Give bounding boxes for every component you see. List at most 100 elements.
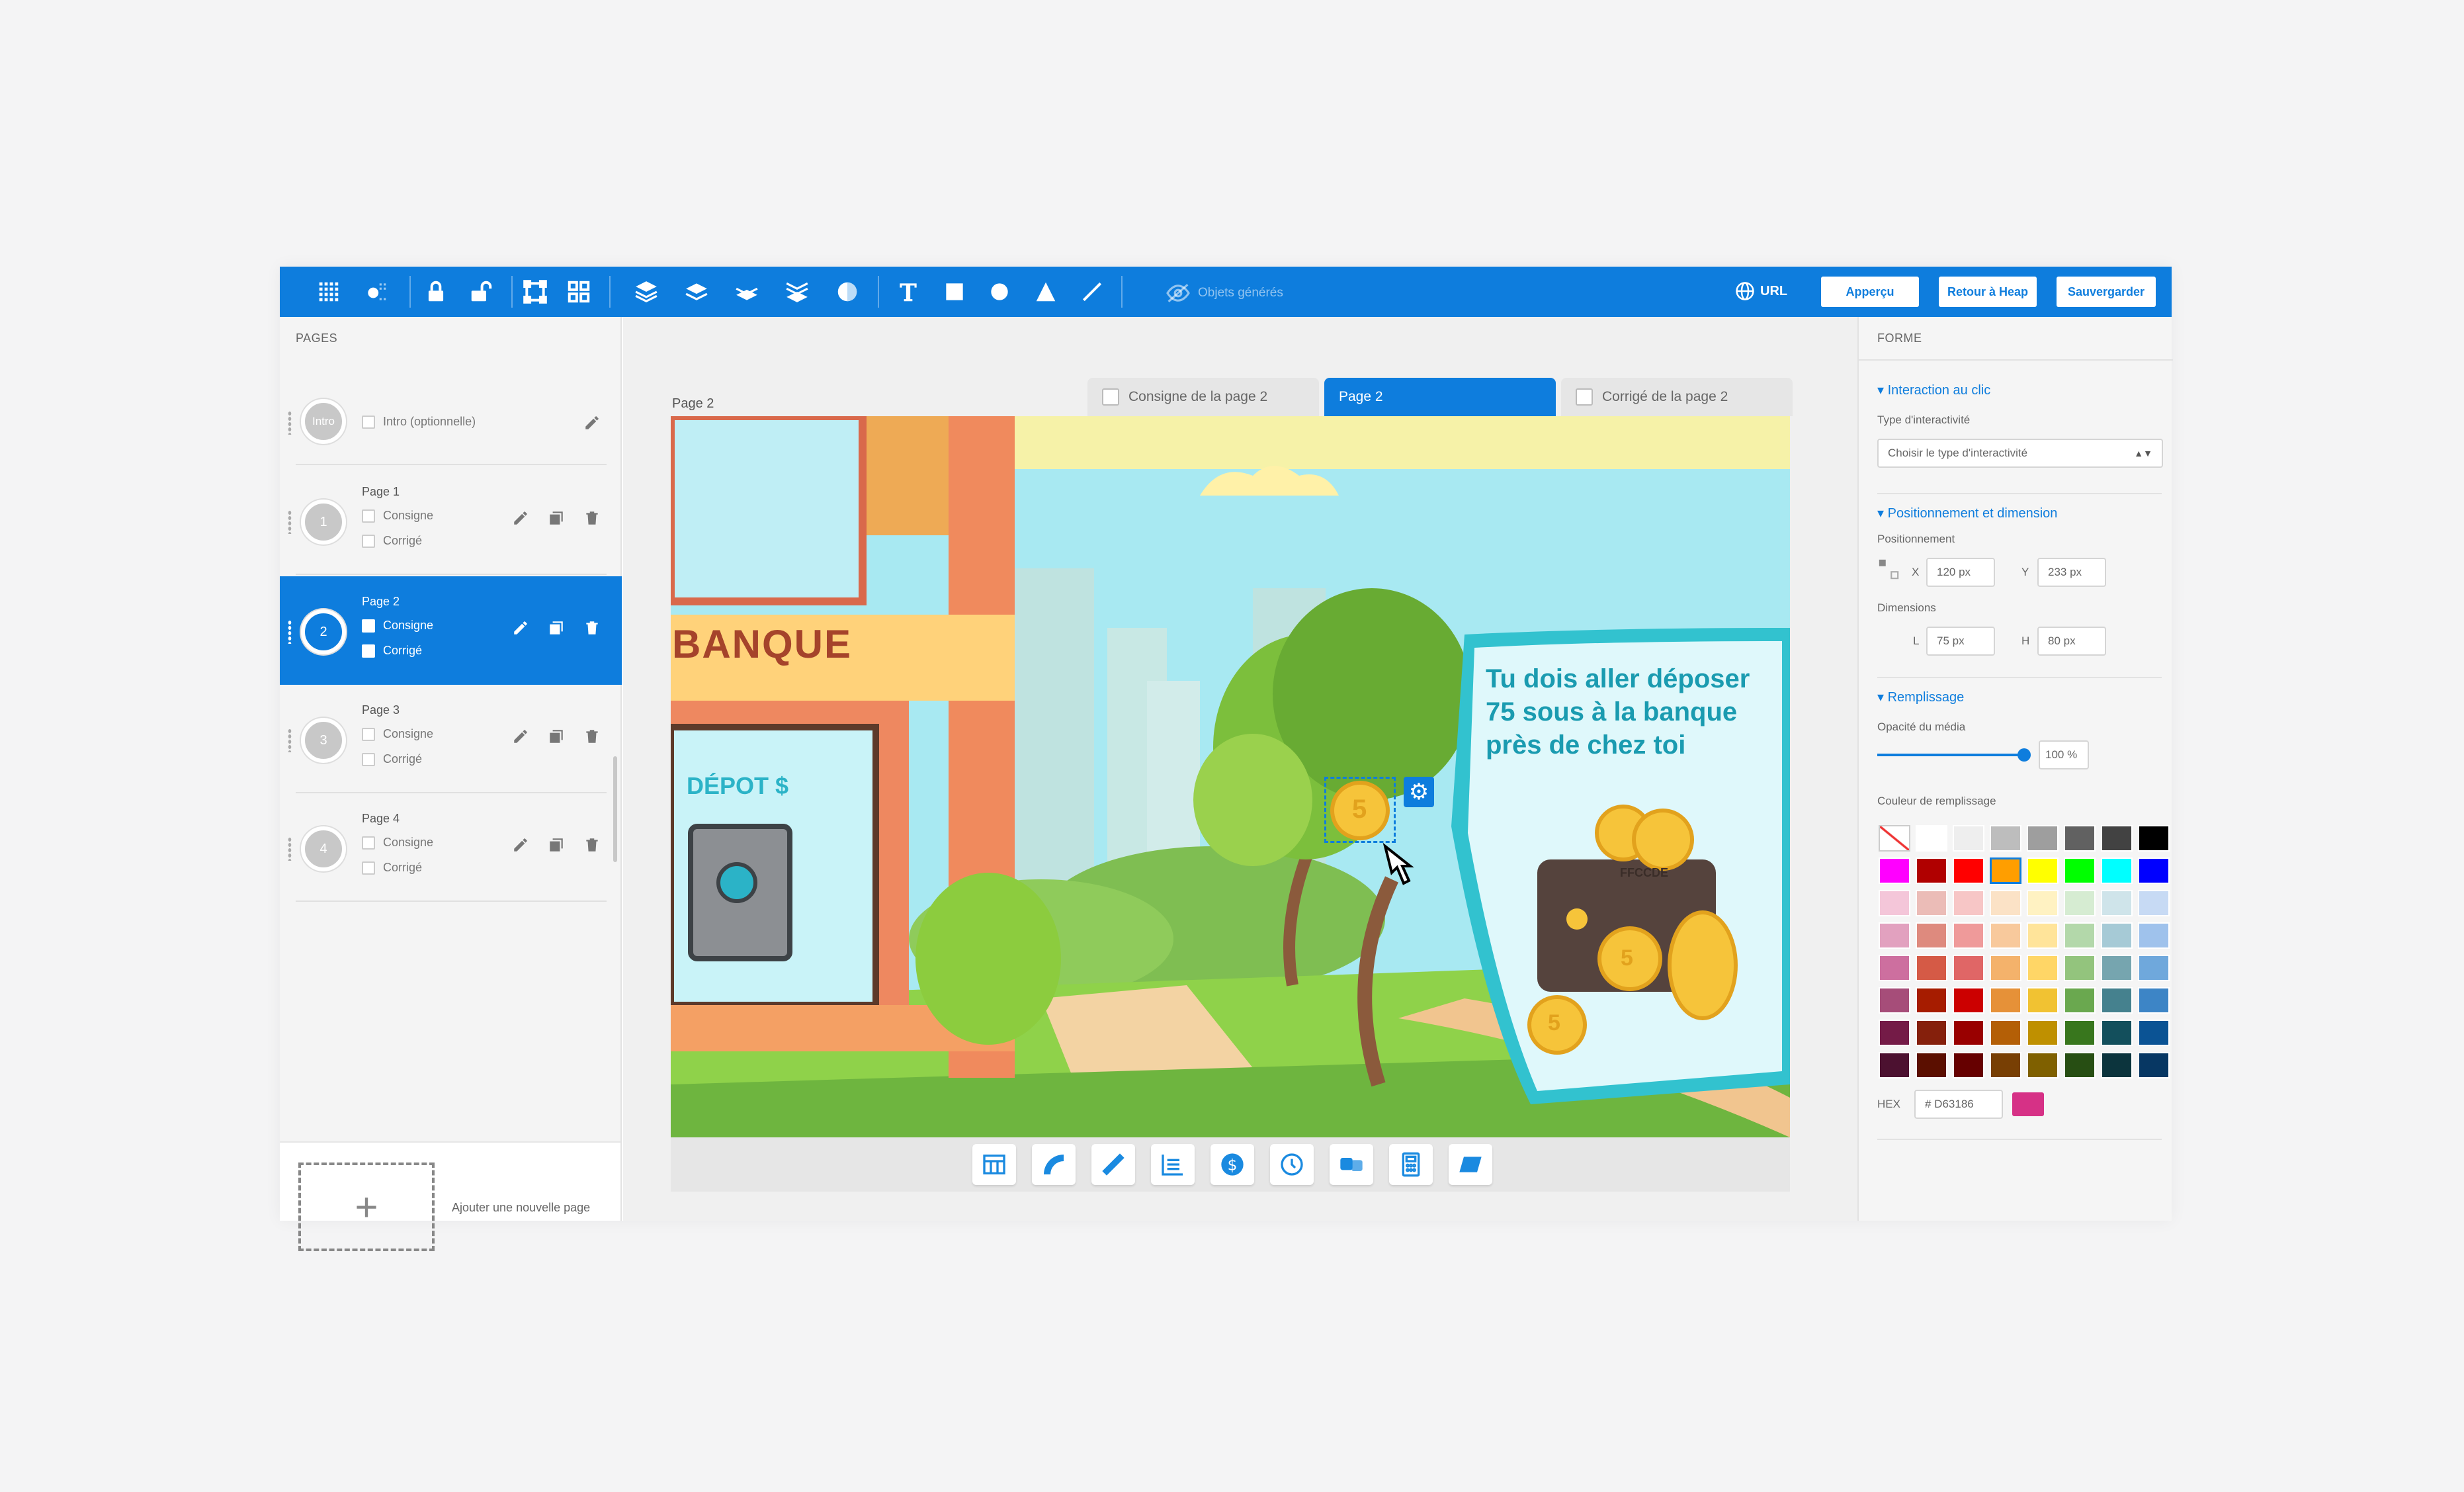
consigne-checkbox[interactable]: Consigne — [362, 509, 433, 523]
position-section-toggle[interactable]: ▾ Positionnement et dimension — [1877, 505, 2057, 521]
duplicate-icon[interactable] — [547, 727, 566, 746]
color-swatch[interactable] — [1916, 825, 1947, 852]
color-swatch[interactable] — [1916, 987, 1947, 1014]
opacity-input[interactable]: 100 % — [2039, 740, 2089, 769]
color-swatch[interactable] — [1879, 922, 1910, 949]
color-swatch[interactable] — [2027, 1020, 2059, 1046]
page-row-intro[interactable]: Intro Intro (optionnelle) — [280, 375, 622, 465]
color-swatch[interactable] — [2027, 1052, 2059, 1078]
page-row-4[interactable]: 4 Page 4 Consigne Corrigé — [280, 793, 622, 902]
generated-objects-toggle[interactable]: Objets générés — [1165, 283, 1283, 304]
shape-tool-icon[interactable] — [1449, 1144, 1492, 1185]
color-swatch[interactable] — [2138, 1020, 2170, 1046]
bring-front-icon[interactable] — [632, 277, 661, 306]
corrige-checkbox[interactable]: Corrigé — [362, 861, 422, 875]
page-row-2[interactable]: 2 Page 2 Consigne Corrigé — [280, 576, 622, 685]
snap-grid-icon[interactable] — [362, 277, 391, 306]
color-swatch[interactable] — [1879, 890, 1910, 916]
y-input[interactable]: 233 px — [2037, 558, 2106, 587]
color-swatch[interactable] — [1879, 825, 1910, 852]
color-swatch[interactable] — [2101, 955, 2133, 981]
color-swatch[interactable] — [2101, 857, 2133, 884]
tab-corrige[interactable]: Corrigé de la page 2 — [1561, 378, 1793, 416]
color-swatch[interactable] — [1916, 922, 1947, 949]
color-swatch[interactable] — [2064, 857, 2096, 884]
page-row-3[interactable]: 3 Page 3 Consigne Corrigé — [280, 685, 622, 793]
unlock-icon[interactable] — [466, 277, 495, 306]
opacity-slider-track[interactable] — [1877, 748, 2031, 762]
color-swatch[interactable] — [2138, 987, 2170, 1014]
line-tool-icon[interactable] — [1078, 277, 1107, 306]
hex-input[interactable]: # D63186 — [1914, 1090, 2003, 1119]
color-swatch[interactable] — [2138, 1052, 2170, 1078]
color-swatch[interactable] — [1879, 1052, 1910, 1078]
height-input[interactable]: 80 px — [2037, 627, 2106, 656]
color-swatch[interactable] — [1953, 1020, 1984, 1046]
color-swatch[interactable] — [2064, 987, 2096, 1014]
consigne-checkbox[interactable]: Consigne — [362, 619, 433, 633]
color-swatch[interactable] — [2064, 1052, 2096, 1078]
gear-icon[interactable]: ⚙ — [1404, 777, 1434, 807]
edit-icon[interactable] — [511, 836, 530, 854]
selected-coin-object[interactable] — [1324, 777, 1396, 843]
color-swatch[interactable] — [1916, 955, 1947, 981]
bring-forward-icon[interactable] — [682, 277, 711, 306]
color-swatch[interactable] — [2101, 1020, 2133, 1046]
color-swatch[interactable] — [1990, 922, 2021, 949]
tab-consigne[interactable]: Consigne de la page 2 — [1087, 378, 1319, 416]
color-swatch[interactable] — [1990, 955, 2021, 981]
calculator-tool-icon[interactable] — [1389, 1144, 1433, 1185]
color-swatch[interactable] — [2138, 890, 2170, 916]
duplicate-icon[interactable] — [547, 619, 566, 637]
color-swatch[interactable] — [2027, 890, 2059, 916]
consigne-checkbox[interactable]: Consigne — [362, 727, 433, 741]
tab-page[interactable]: Page 2 — [1324, 378, 1556, 416]
color-swatch[interactable] — [1916, 890, 1947, 916]
width-input[interactable]: 75 px — [1926, 627, 1995, 656]
trash-icon[interactable] — [583, 509, 601, 527]
color-swatch[interactable] — [1990, 1052, 2021, 1078]
x-input[interactable]: 120 px — [1926, 558, 1995, 587]
add-page-button[interactable]: + — [298, 1163, 435, 1251]
color-swatch[interactable] — [2064, 955, 2096, 981]
rectangle-tool-icon[interactable] — [940, 277, 969, 306]
corrige-checkbox[interactable]: Corrigé — [362, 644, 422, 658]
graph-tool-icon[interactable] — [1151, 1144, 1195, 1185]
color-swatch[interactable] — [2027, 922, 2059, 949]
edit-icon[interactable] — [583, 414, 601, 432]
lock-icon[interactable] — [421, 277, 450, 306]
color-swatch[interactable] — [2138, 857, 2170, 884]
page-row-1[interactable]: 1 Page 1 Consigne Corrigé — [280, 466, 622, 575]
text-tool-icon[interactable] — [894, 277, 923, 306]
color-swatch[interactable] — [1953, 825, 1984, 852]
consigne-checkbox[interactable]: Consigne — [362, 836, 433, 850]
color-swatch[interactable] — [2064, 1020, 2096, 1046]
color-swatch[interactable] — [1916, 1052, 1947, 1078]
color-swatch[interactable] — [1916, 1020, 1947, 1046]
color-swatch[interactable] — [1879, 1020, 1910, 1046]
color-swatch[interactable] — [1990, 825, 2021, 852]
color-swatch[interactable] — [2138, 922, 2170, 949]
circle-tool-icon[interactable] — [985, 277, 1014, 306]
grid-icon[interactable] — [314, 277, 343, 306]
duplicate-icon[interactable] — [547, 836, 566, 854]
color-swatch[interactable] — [2101, 890, 2133, 916]
triangle-tool-icon[interactable] — [1031, 277, 1060, 306]
color-swatch[interactable] — [1953, 955, 1984, 981]
edit-icon[interactable] — [511, 509, 530, 527]
color-swatch[interactable] — [1953, 1052, 1984, 1078]
color-swatch[interactable] — [1953, 857, 1984, 884]
ungroup-icon[interactable] — [564, 277, 593, 306]
color-swatch[interactable] — [2101, 1052, 2133, 1078]
color-swatch[interactable] — [1879, 857, 1910, 884]
interaction-section-toggle[interactable]: ▾ Interaction au clic — [1877, 382, 1990, 398]
duplicate-icon[interactable] — [547, 509, 566, 527]
back-to-heap-button[interactable]: Retour à Heap — [1939, 277, 2037, 307]
trash-icon[interactable] — [583, 836, 601, 854]
clock-tool-icon[interactable] — [1270, 1144, 1314, 1185]
color-swatch[interactable] — [1879, 955, 1910, 981]
color-swatch[interactable] — [1990, 1020, 2021, 1046]
corrige-checkbox[interactable]: Corrigé — [362, 752, 422, 766]
ruler-tool-icon[interactable] — [1091, 1144, 1135, 1185]
protractor-tool-icon[interactable] — [1032, 1144, 1076, 1185]
